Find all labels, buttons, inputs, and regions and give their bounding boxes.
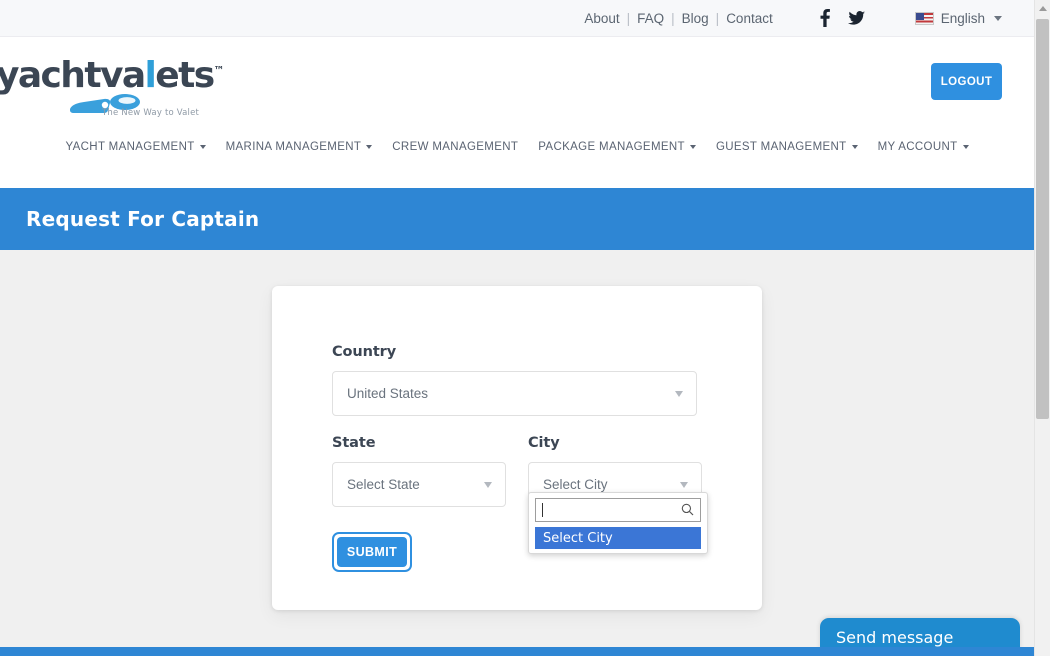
city-field-group: City Select City Select City [528,435,708,554]
nav-label: CREW MANAGEMENT [392,141,519,153]
logo-text-part4: ets [155,55,215,96]
top-nav-links: About | FAQ | Blog | Contact [581,11,775,26]
city-option-label: Select City [543,530,613,546]
site-logo[interactable]: yachtvalets™ The New Way to Valet [0,49,250,119]
nav-item-yacht-management[interactable]: YACHT MANAGEMENT [55,137,215,157]
state-select-value: Select State [347,477,420,492]
top-utility-bar: About | FAQ | Blog | Contact English [0,0,1034,37]
logout-button[interactable]: LOGOUT [931,63,1002,100]
facebook-icon[interactable] [820,9,830,27]
send-message-label: Send message [836,627,954,647]
browser-viewport: About | FAQ | Blog | Contact English yac… [0,0,1034,656]
logo-text-part2: va [99,55,146,96]
state-city-row: State Select State City Select City Sele… [332,435,708,554]
request-captain-form: Country United States State Select State [332,344,708,572]
nav-list: YACHT MANAGEMENT MARINA MANAGEMENT CREW … [55,137,978,157]
language-label: English [940,10,985,26]
chevron-down-icon [366,145,373,149]
city-dropdown-panel: Select City [528,492,708,554]
country-label: Country [332,344,397,360]
nav-label: PACKAGE MANAGEMENT [538,141,685,153]
site-header: yachtvalets™ The New Way to Valet LOGOUT [0,37,1034,125]
page-root: About | FAQ | Blog | Contact English yac… [0,0,1050,656]
chevron-down-icon [689,145,696,149]
nav-item-marina-management[interactable]: MARINA MANAGEMENT [216,137,383,157]
city-label: City [528,435,560,451]
chevron-down-icon [680,481,688,488]
city-search-wrapper[interactable] [535,498,701,522]
text-cursor [542,503,543,517]
country-field-group: Country United States [332,344,702,416]
us-flag-icon [914,11,934,25]
state-label: State [332,435,376,451]
nav-item-my-account[interactable]: MY ACCOUNT [868,137,979,157]
top-link-blog[interactable]: Blog [679,11,712,26]
chevron-down-icon [675,390,683,397]
nav-label: GUEST MANAGEMENT [715,141,847,153]
chevron-down-icon [484,481,492,488]
logo-text-part1: yacht [0,55,102,96]
page-content: Country United States State Select State [0,250,1034,647]
logo-wordmark: yachtvalets™ [0,55,225,96]
twitter-icon[interactable] [847,11,865,25]
top-utility-bar-inner: About | FAQ | Blog | Contact English [581,0,1034,36]
chevron-down-icon [199,145,206,149]
language-selector[interactable]: English [914,10,1002,26]
top-link-separator: | [671,10,675,26]
page-banner: Request For Captain [0,188,1034,250]
request-form-card: Country United States State Select State [272,286,762,610]
nav-item-crew-management[interactable]: CREW MANAGEMENT [382,137,528,157]
browser-scrollbar[interactable] [1034,0,1050,656]
logo-trademark: ™ [213,64,225,77]
submit-button-focus-ring: SUBMIT [332,532,412,572]
top-link-separator: | [715,10,720,26]
logo-text-part3: l [144,55,157,96]
top-link-about[interactable]: About [581,11,622,26]
chevron-down-icon [851,145,858,149]
scroll-up-arrow-icon[interactable] [1035,0,1050,17]
chevron-down-icon [962,145,969,149]
top-link-faq[interactable]: FAQ [634,11,667,26]
nav-label: MARINA MANAGEMENT [225,141,362,153]
submit-button[interactable]: SUBMIT [337,537,407,567]
city-select-value: Select City [543,477,608,492]
country-select-value: United States [347,386,429,401]
nav-item-guest-management[interactable]: GUEST MANAGEMENT [706,137,868,157]
nav-item-package-management[interactable]: PACKAGE MANAGEMENT [528,137,706,157]
state-field-group: State Select State [332,435,506,507]
nav-label: YACHT MANAGEMENT [65,141,195,153]
state-select[interactable]: Select State [332,462,506,507]
top-link-contact[interactable]: Contact [723,11,776,26]
scrollbar-thumb[interactable] [1036,19,1049,419]
footer-strip [0,647,1034,656]
chevron-down-icon [994,15,1002,21]
main-navigation: YACHT MANAGEMENT MARINA MANAGEMENT CREW … [0,125,1034,188]
social-links [820,9,865,27]
logo-tagline: The New Way to Valet [102,108,200,118]
city-option-select-city[interactable]: Select City [535,527,701,549]
page-title: Request For Captain [26,207,260,231]
top-link-separator: | [626,10,631,26]
nav-label: MY ACCOUNT [877,141,958,153]
search-icon [681,503,694,521]
country-select[interactable]: United States [332,371,697,416]
